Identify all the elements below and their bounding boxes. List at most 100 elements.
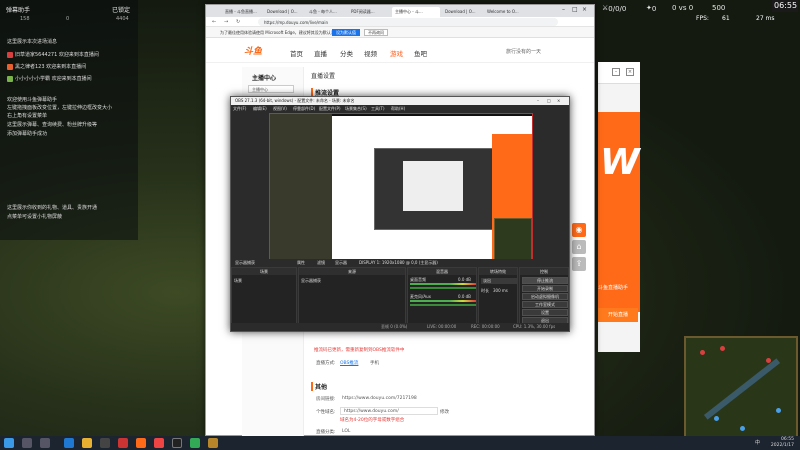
custom-domain-input[interactable]: https://www.douyu.com/	[340, 407, 438, 415]
nav-games[interactable]: 游戏	[390, 48, 403, 58]
taskbar-clock[interactable]: 06:55 2022/1/17	[771, 437, 794, 449]
nav-yuba[interactable]: 鱼吧	[414, 48, 427, 58]
nav-home[interactable]: 首页	[290, 48, 303, 58]
scene-item[interactable]: 场景	[234, 278, 242, 284]
overlay-title: 弹幕助手	[6, 7, 31, 14]
virtual-camera-button[interactable]: 启动虚拟摄像机	[522, 293, 568, 300]
windows-taskbar: 中 06:55 2022/1/17	[0, 436, 800, 450]
set-default-button[interactable]: 设为默认值	[332, 29, 360, 36]
overlay-lock-toggle[interactable]: 已锁定	[112, 5, 130, 14]
forward-icon[interactable]: →	[224, 19, 228, 25]
app-icon[interactable]	[118, 438, 128, 448]
user-badge-icon	[7, 63, 13, 70]
browser-tab-active[interactable]: 主播中心 - 斗...	[392, 7, 440, 17]
league-icon[interactable]	[208, 438, 218, 448]
display-select[interactable]: DISPLAY 1: 1920x1080 @ 0,0 (主显示器)	[359, 260, 438, 266]
edge-icon[interactable]	[64, 438, 74, 448]
browser-tab[interactable]: 斗鱼 - 每个人...	[306, 7, 346, 17]
menu-help[interactable]: 帮助(H)	[391, 106, 405, 112]
task-view-icon[interactable]	[40, 438, 50, 448]
menu-tools[interactable]: 工具(T)	[371, 106, 385, 112]
menu-docks[interactable]: 停靠部件(D)	[293, 106, 315, 112]
start-menu-icon[interactable]	[4, 438, 14, 448]
minimize-icon[interactable]: –	[537, 98, 539, 103]
obs-window[interactable]: OBS 27.1.3 (64-bit, windows) - 配置文件: 未命名…	[230, 96, 570, 332]
search-icon[interactable]	[22, 438, 32, 448]
nav-live[interactable]: 直播	[314, 48, 327, 58]
nav-category[interactable]: 分类	[340, 48, 353, 58]
enemy-marker-icon	[766, 358, 771, 363]
file-explorer-icon[interactable]	[82, 438, 92, 448]
fps-readout: FPS: 61 27 ms	[696, 15, 775, 22]
douyu-icon[interactable]	[136, 438, 146, 448]
browser-tab[interactable]: Welcome to O...	[484, 7, 524, 17]
infobar-text: 为了最佳使用体验请使用 Microsoft Edge，建议将其设为默认浏览器。	[220, 30, 347, 35]
share-float-icon[interactable]: ⇪	[572, 257, 586, 271]
obs-menubar: 文件(F) 编辑(E) 视图(V) 停靠部件(D) 配置文件(P) 场景集合(S…	[231, 105, 569, 112]
menu-file[interactable]: 文件(F)	[233, 106, 246, 112]
close-icon[interactable]: ×	[582, 6, 587, 13]
obs-titlebar: OBS 27.1.3 (64-bit, windows) - 配置文件: 未命名…	[231, 97, 569, 105]
close-icon[interactable]: ×	[626, 68, 634, 76]
sidebar-select[interactable]: 主播中心	[248, 85, 294, 93]
maximize-icon[interactable]: □	[572, 6, 578, 13]
game-client-icon[interactable]	[190, 438, 200, 448]
chrome-icon[interactable]	[154, 438, 164, 448]
nav-video[interactable]: 视频	[364, 48, 377, 58]
source-properties-button[interactable]: 属性	[297, 260, 305, 266]
close-icon[interactable]: ×	[557, 98, 560, 103]
obs-icon[interactable]	[172, 438, 182, 448]
room-link-value[interactable]: https://www.douyu.com/7217198	[342, 396, 417, 401]
douyu-assistant-window[interactable]: – × W 斗鱼直播助手 开始直播	[598, 62, 640, 352]
home-float-icon[interactable]: ⌂	[572, 240, 586, 254]
danmaku-overlay[interactable]: 弹幕助手 已锁定 158 0 4404 这里展示本次进场消息 旧草道家56442…	[0, 0, 138, 240]
phone-mode-option[interactable]: 手机	[370, 360, 379, 366]
menu-profile[interactable]: 配置文件(P)	[319, 106, 341, 112]
minimize-icon[interactable]: –	[612, 68, 620, 76]
menu-scene-collection[interactable]: 场景集合(S)	[345, 106, 367, 112]
dont-ask-button[interactable]: 不再询问	[364, 29, 388, 36]
store-icon[interactable]	[100, 438, 110, 448]
obs-preview[interactable]	[269, 113, 533, 265]
push-tip: 推流码已更新，需重新复制到OBS推流软件中	[314, 348, 405, 353]
obs-mode-link[interactable]: OBS推流	[340, 360, 358, 366]
desktop-audio-fader[interactable]	[410, 287, 476, 289]
overlay-header[interactable]: 弹幕助手 已锁定	[4, 3, 134, 14]
display-label: 显示器	[335, 260, 347, 265]
custom-domain-edit[interactable]: 修改	[440, 409, 449, 415]
settings-button[interactable]: 设置	[522, 309, 568, 316]
browser-tab[interactable]: Download | O...	[442, 7, 482, 17]
sidebar-title: 主播中心	[252, 75, 277, 82]
transition-select[interactable]: 淡出	[481, 278, 517, 284]
douyu-logo[interactable]: 斗鱼	[244, 44, 276, 58]
address-bar-row: ← → ↻ https://mp.douyu.com/live/main	[206, 17, 594, 27]
ally-marker-icon	[714, 416, 719, 421]
maximize-icon[interactable]: □	[547, 98, 551, 103]
duration-label: 时长	[481, 288, 489, 293]
sources-dock-title: 来源	[299, 268, 405, 275]
browser-tab[interactable]: PDF阅读器...	[348, 7, 388, 17]
reload-icon[interactable]: ↻	[236, 19, 240, 25]
menu-edit[interactable]: 编辑(E)	[253, 106, 267, 112]
source-filters-button[interactable]: 滤镜	[317, 260, 325, 266]
browser-tab[interactable]: 直播 - 斗鱼直播...	[222, 7, 262, 17]
start-recording-button[interactable]: 开始录制	[522, 285, 568, 292]
back-icon[interactable]: ←	[212, 19, 216, 25]
mic-audio-fader[interactable]	[410, 304, 476, 306]
menu-view[interactable]: 视图(V)	[273, 106, 287, 112]
desktop-audio-meter	[410, 283, 476, 285]
browser-tab[interactable]: Download | O...	[264, 7, 304, 17]
stop-stream-button[interactable]: 停止推流	[522, 277, 568, 284]
duration-input[interactable]: 300 ms	[493, 288, 508, 293]
game-minimap[interactable]	[684, 336, 798, 438]
input-method-indicator[interactable]: 中	[755, 439, 760, 446]
minimize-icon[interactable]: –	[562, 6, 565, 13]
user-menu[interactable]: 旅行没有的一天	[506, 48, 541, 55]
studio-mode-button[interactable]: 工作室模式	[522, 301, 568, 308]
source-item[interactable]: 显示器捕获	[301, 278, 321, 284]
url-input[interactable]: https://mp.douyu.com/live/main	[258, 18, 558, 26]
overlay-line: 点菜单可设置小礼物屏蔽	[7, 214, 63, 220]
overlay-line: 小小小小小学霸 欢迎来到本直播间	[7, 75, 92, 82]
record-float-icon[interactable]: ◉	[572, 223, 586, 237]
start-live-button[interactable]: 开始直播	[598, 308, 638, 322]
